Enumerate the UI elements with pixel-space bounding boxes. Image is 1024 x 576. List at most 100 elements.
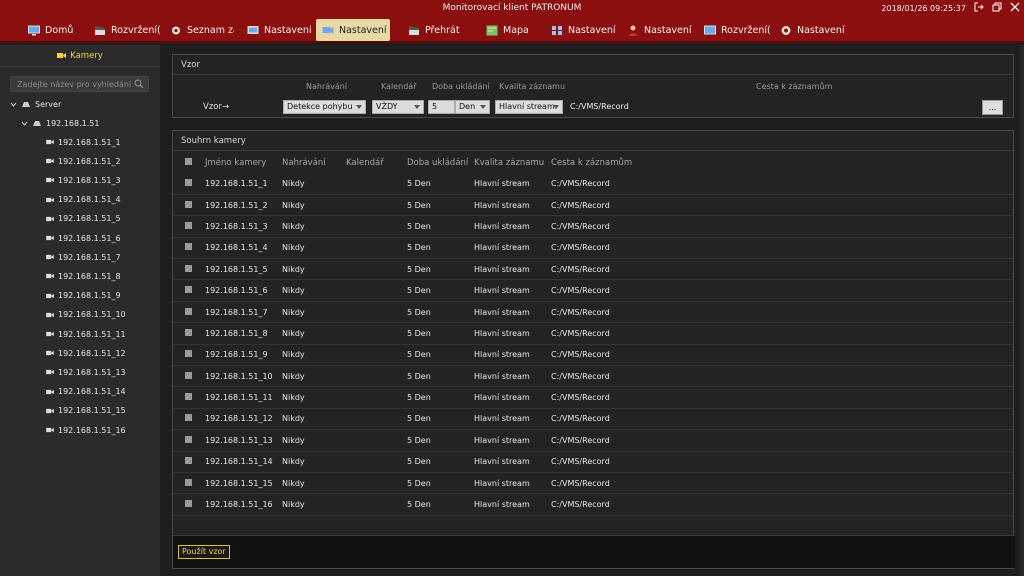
tab-layout-2[interactable]: Rozvržení(2: [698,19,770,41]
logout-icon[interactable] [972,2,986,15]
monitor-settings-icon [247,25,259,34]
tab-layout-1[interactable]: Rozvržení(2: [88,19,160,41]
table-cell [346,258,407,281]
summary-panel-title: Souhrn kamery [173,131,1013,151]
camera-tree-item[interactable]: 192.168.1.51_9 [46,288,121,304]
row-checkbox[interactable] [173,344,205,367]
camera-icon [46,255,54,260]
table-row[interactable]: 192.168.1.51_14 Nikdy 5 Den Hlavní stream C:… [173,451,1013,473]
recording-value: Detekce pohybu [287,102,353,111]
camera-tree-item[interactable]: 192.168.1.51_8 [46,268,121,284]
table-row[interactable]: 192.168.1.51_2 Nikdy 5 Den Hlavní stream C:/… [173,194,1013,217]
table-row[interactable]: 192.168.1.51_13 Nikdy 5 Den Hlavní stream C:… [173,429,1013,452]
tab-playback[interactable]: Přehrát [402,19,462,41]
tree-nvr[interactable]: 192.168.1.51 [21,115,99,131]
row-checkbox[interactable] [173,194,205,217]
camera-tree-item[interactable]: 192.168.1.51_13 [46,364,126,380]
column-header[interactable]: Kalendář [346,152,407,173]
tree-server[interactable]: Server [10,96,61,112]
table-row[interactable]: 192.168.1.51_12 Nikdy 5 Den Hlavní stream C:… [173,408,1013,431]
row-checkbox[interactable] [173,322,205,345]
row-checkbox[interactable] [173,301,205,324]
camera-tree-item[interactable]: 192.168.1.51_16 [46,422,126,438]
table-cell: Hlavní stream [474,472,551,495]
row-checkbox[interactable] [173,237,205,260]
retention-input[interactable]: 5 [428,100,455,114]
camera-tree-item[interactable]: 192.168.1.51_15 [46,403,126,419]
row-checkbox[interactable] [173,472,205,495]
search-icon[interactable] [134,79,144,89]
table-row[interactable]: 192.168.1.51_3 Nikdy 5 Den Hlavní stream C:/… [173,215,1013,238]
quality-select[interactable]: Hlavní stream [495,100,563,114]
tab-alarm-settings[interactable]: Nastavení z [774,19,846,41]
row-checkbox[interactable] [173,408,205,431]
search-input[interactable] [11,77,131,91]
select-all-checkbox[interactable] [173,152,205,173]
row-checkbox[interactable] [173,429,205,452]
column-header[interactable]: Cesta k záznamům [551,152,1013,173]
camera-tree-item[interactable]: 192.168.1.51_5 [46,211,121,227]
tab-settings[interactable]: Nastavení [241,19,311,41]
table-row[interactable]: 192.168.1.51_10 Nikdy 5 Den Hlavní stream C:… [173,365,1013,388]
table-row[interactable]: 192.168.1.51_7 Nikdy 5 Den Hlavní stream C:/… [173,301,1013,324]
camera-tree-item[interactable]: 192.168.1.51_7 [46,249,121,265]
tab-home[interactable]: Domů [22,19,80,41]
tree-label: 192.168.1.51_3 [58,175,121,185]
camera-tree-item[interactable]: 192.168.1.51_2 [46,153,121,169]
table-row[interactable]: 192.168.1.51_16 Nikdy 5 Den Hlavní stream C:… [173,493,1013,516]
camera-tree-item[interactable]: 192.168.1.51_12 [46,345,126,361]
recording-select[interactable]: Detekce pohybu [283,100,366,114]
close-icon[interactable] [1008,2,1022,15]
column-header[interactable]: Nahrávání [282,152,346,173]
table-row[interactable]: 192.168.1.51_9 Nikdy 5 Den Hlavní stream C:/… [173,344,1013,367]
tab-backup-list[interactable]: Seznam zálo [164,19,234,41]
tab-camera-settings[interactable]: Nastavení k [316,19,390,41]
table-row[interactable]: 192.168.1.51_11 Nikdy 5 Den Hlavní stream C:… [173,386,1013,409]
table-cell: 192.168.1.51_15 [205,472,282,495]
table-row[interactable]: 192.168.1.51_1 Nikdy 5 Den Hlavní stream C:/… [173,173,1013,195]
camera-icon [46,159,54,164]
tab-user-settings[interactable]: Nastavení u [621,19,693,41]
table-row[interactable]: 192.168.1.51_8 Nikdy 5 Den Hlavní stream C:/… [173,322,1013,345]
restore-icon[interactable] [990,2,1004,15]
table-cell: 192.168.1.51_6 [205,279,282,302]
column-header[interactable]: Jméno kamery [205,152,282,173]
camera-tree-item[interactable]: 192.168.1.51_11 [46,326,126,342]
row-checkbox[interactable] [173,386,205,409]
grid-icon [552,25,562,35]
camera-tree-item[interactable]: 192.168.1.51_1 [46,134,121,150]
camera-tree-item[interactable]: 192.168.1.51_6 [46,230,121,246]
row-checkbox[interactable] [173,215,205,238]
table-cell: Nikdy [282,386,346,409]
camera-icon [46,178,54,183]
tree-label: 192.168.1.51_7 [58,252,121,262]
camera-tree-item[interactable]: 192.168.1.51_14 [46,384,126,400]
tree-label: 192.168.1.51_4 [58,195,121,205]
table-row[interactable]: 192.168.1.51_6 Nikdy 5 Den Hlavní stream C:/… [173,279,1013,302]
chevron-down-icon[interactable] [10,101,17,108]
row-checkbox[interactable] [173,451,205,473]
camera-tree-item[interactable]: 192.168.1.51_3 [46,172,121,188]
table-cell [346,301,407,324]
apply-template-button[interactable]: Použít vzor [178,545,230,559]
table-row[interactable]: 192.168.1.51_4 Nikdy 5 Den Hlavní stream C:/… [173,237,1013,260]
chevron-down-icon[interactable] [21,120,28,127]
table-row[interactable]: 192.168.1.51_5 Nikdy 5 Den Hlavní stream C:/… [173,258,1013,281]
column-header[interactable]: Kvalita záznamu [474,152,551,173]
calendar-select[interactable]: VŽDY [372,100,424,114]
row-checkbox[interactable] [173,493,205,516]
column-header[interactable]: Doba ukládání [407,152,474,173]
tab-map[interactable]: Mapa [480,19,532,41]
row-checkbox[interactable] [173,173,205,195]
table-row[interactable]: 192.168.1.51_15 Nikdy 5 Den Hlavní stream C:… [173,472,1013,495]
row-checkbox[interactable] [173,258,205,281]
tab-record-settings[interactable]: Nastavení ro [545,19,617,41]
row-checkbox[interactable] [173,279,205,302]
camera-tree-item[interactable]: 192.168.1.51_10 [46,307,126,323]
browse-button[interactable]: ... [982,100,1003,115]
retention-unit-select[interactable]: Den [455,100,490,114]
tree-label: 192.168.1.51_8 [58,271,121,281]
row-checkbox[interactable] [173,365,205,388]
camera-tree-item[interactable]: 192.168.1.51_4 [46,192,121,208]
scrollbar[interactable] [1020,45,1024,576]
